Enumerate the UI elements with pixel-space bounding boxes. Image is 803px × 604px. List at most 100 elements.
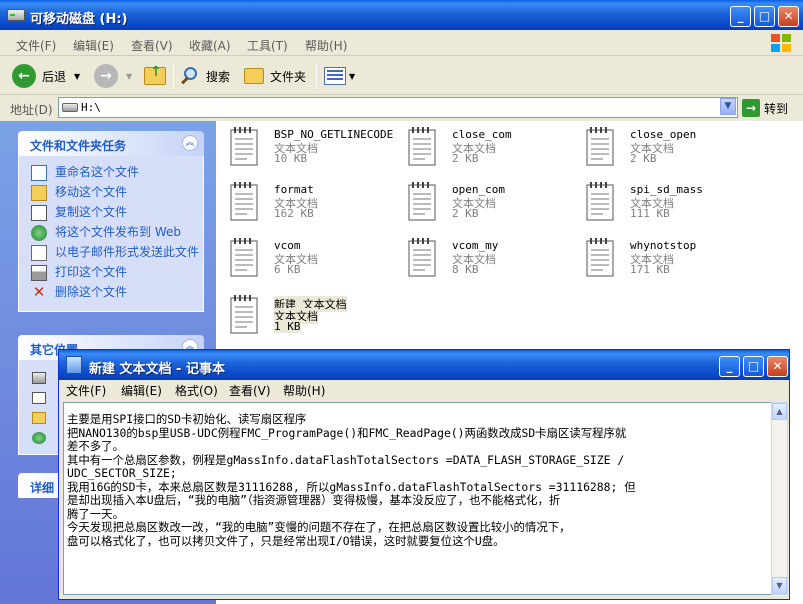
notepad-content: 主要是用SPI接口的SD卡初始化、读写扇区程序 把NANO130的bsp里USB… bbox=[67, 412, 636, 548]
file-size: 162 KB bbox=[274, 207, 314, 220]
notepad-menu-edit[interactable]: 编辑(E) bbox=[121, 382, 162, 399]
task-label: 删除这个文件 bbox=[55, 285, 128, 299]
folders-button[interactable]: 文件夹 bbox=[244, 63, 306, 89]
windows-logo-icon bbox=[771, 34, 793, 54]
back-dropdown-icon[interactable]: ▼ bbox=[74, 72, 80, 81]
search-icon bbox=[180, 66, 200, 86]
up-folder-button[interactable]: ↑ bbox=[144, 63, 166, 89]
notepad-window: 新建 文本文档 - 记事本 _ □ ✕ 文件(F) 编辑(E) 格式(O) 查看… bbox=[58, 349, 790, 600]
notepad-menu-help[interactable]: 帮助(H) bbox=[283, 382, 325, 399]
task-print[interactable]: 打印这个文件 bbox=[19, 265, 203, 281]
notepad-close-button[interactable]: ✕ bbox=[767, 356, 788, 377]
file-item[interactable]: format 文本文档 162 KB bbox=[216, 181, 386, 227]
notepad-text-area[interactable]: 主要是用SPI接口的SD卡初始化、读写扇区程序 把NANO130的bsp里USB… bbox=[63, 402, 771, 595]
search-label: 搜索 bbox=[206, 69, 231, 84]
task-email[interactable]: 以电子邮件形式发送此文件 bbox=[19, 245, 203, 261]
toolbar-separator bbox=[173, 63, 174, 89]
task-rename[interactable]: 重命名这个文件 bbox=[19, 165, 203, 181]
file-tasks-panel: 文件和文件夹任务 ︽ 重命名这个文件 移动这个文件 复制这个文件 将这个文件发布… bbox=[18, 131, 204, 312]
collapse-chevron-icon[interactable]: ︽ bbox=[182, 135, 198, 151]
forward-arrow-icon: → bbox=[94, 64, 118, 88]
address-bar: 地址(D) H:\ ▼ → 转到 bbox=[0, 96, 803, 120]
go-button[interactable]: → 转到 bbox=[742, 98, 788, 118]
file-size: 10 KB bbox=[274, 152, 308, 165]
address-input[interactable]: H:\ bbox=[58, 97, 738, 118]
computer-icon[interactable] bbox=[32, 372, 46, 384]
file-item[interactable]: spi_sd_mass 文本文档 111 KB bbox=[572, 181, 742, 227]
notepad-minimize-button[interactable]: _ bbox=[719, 356, 740, 377]
address-label: 地址(D) bbox=[10, 103, 53, 117]
menu-file[interactable]: 文件(F) bbox=[16, 37, 56, 54]
notepad-title: 新建 文本文档 - 记事本 bbox=[89, 362, 225, 377]
notepad-title-bar[interactable]: 新建 文本文档 - 记事本 _ □ ✕ bbox=[59, 350, 789, 380]
notepad-menu-file[interactable]: 文件(F) bbox=[66, 382, 106, 399]
shared-folder-icon[interactable] bbox=[32, 412, 46, 424]
scroll-up-icon[interactable]: ▲ bbox=[772, 403, 787, 420]
notepad-maximize-button[interactable]: □ bbox=[743, 356, 764, 377]
back-button[interactable]: ← 后退 ▼ bbox=[12, 63, 80, 89]
task-label: 打印这个文件 bbox=[55, 265, 128, 279]
toolbar-separator bbox=[316, 63, 317, 89]
up-folder-icon: ↑ bbox=[144, 64, 166, 85]
scroll-down-icon[interactable]: ▼ bbox=[772, 577, 787, 594]
back-label: 后退 bbox=[42, 69, 67, 84]
notepad-menu-format[interactable]: 格式(O) bbox=[175, 382, 218, 399]
rename-icon bbox=[31, 165, 47, 181]
task-move[interactable]: 移动这个文件 bbox=[19, 185, 203, 201]
close-button[interactable]: ✕ bbox=[778, 6, 799, 27]
task-label: 移动这个文件 bbox=[55, 185, 128, 199]
text-document-icon bbox=[586, 182, 614, 221]
menu-tools[interactable]: 工具(T) bbox=[247, 37, 288, 54]
file-size: 1 KB bbox=[274, 320, 301, 333]
text-document-icon bbox=[230, 238, 258, 277]
file-item[interactable]: 新建 文本文档 文本文档 1 KB bbox=[216, 294, 386, 340]
maximize-button[interactable]: □ bbox=[754, 6, 775, 27]
file-item[interactable]: close_open 文本文档 2 KB bbox=[572, 126, 742, 172]
menu-favorites[interactable]: 收藏(A) bbox=[189, 37, 231, 54]
views-button[interactable]: ▼ bbox=[324, 63, 355, 89]
minimize-button[interactable]: _ bbox=[730, 6, 751, 27]
task-copy[interactable]: 复制这个文件 bbox=[19, 205, 203, 221]
address-dropdown-icon[interactable]: ▼ bbox=[720, 98, 736, 115]
search-button[interactable]: 搜索 bbox=[180, 63, 230, 89]
file-item[interactable]: vcom_my 文本文档 8 KB bbox=[394, 237, 564, 283]
views-icon bbox=[324, 67, 346, 85]
file-item[interactable]: vcom 文本文档 6 KB bbox=[216, 237, 386, 283]
notepad-icon bbox=[66, 356, 82, 374]
file-size: 2 KB bbox=[630, 152, 657, 165]
menu-bar: 文件(F) 编辑(E) 查看(V) 收藏(A) 工具(T) 帮助(H) bbox=[0, 32, 803, 56]
file-tasks-header[interactable]: 文件和文件夹任务 ︽ bbox=[18, 131, 204, 156]
documents-icon[interactable] bbox=[32, 392, 46, 404]
file-item[interactable]: whynotstop 文本文档 171 KB bbox=[572, 237, 742, 283]
text-document-icon bbox=[408, 127, 436, 166]
views-dropdown-icon[interactable]: ▼ bbox=[349, 72, 355, 81]
task-publish-web[interactable]: 将这个文件发布到 Web bbox=[19, 225, 203, 241]
copy-icon bbox=[31, 205, 47, 221]
file-item[interactable]: BSP_NO_GETLINECODE 文本文档 10 KB bbox=[216, 126, 393, 172]
file-item[interactable]: close_com 文本文档 2 KB bbox=[394, 126, 564, 172]
menu-view[interactable]: 查看(V) bbox=[131, 37, 173, 54]
move-icon bbox=[31, 185, 47, 201]
forward-dropdown-icon[interactable]: ▼ bbox=[126, 72, 132, 81]
menu-help[interactable]: 帮助(H) bbox=[305, 37, 347, 54]
email-icon bbox=[31, 245, 47, 261]
notepad-menu-view[interactable]: 查看(V) bbox=[229, 382, 271, 399]
print-icon bbox=[31, 265, 47, 281]
file-item[interactable]: open_com 文本文档 2 KB bbox=[394, 181, 564, 227]
drive-icon bbox=[62, 103, 78, 112]
toolbar: ← 后退 ▼ → ▼ ↑ 搜索 文件夹 ▼ bbox=[0, 57, 803, 95]
task-delete[interactable]: ✕ 删除这个文件 bbox=[19, 285, 203, 300]
file-size: 171 KB bbox=[630, 263, 670, 276]
network-icon[interactable] bbox=[32, 432, 46, 444]
text-document-icon bbox=[230, 182, 258, 221]
explorer-title-bar[interactable]: 可移动磁盘 (H:) _ □ ✕ bbox=[0, 0, 803, 30]
text-document-icon bbox=[408, 182, 436, 221]
forward-button[interactable]: → ▼ bbox=[94, 63, 132, 89]
vertical-scrollbar[interactable]: ▲ ▼ bbox=[771, 402, 788, 595]
task-label: 重命名这个文件 bbox=[55, 165, 140, 179]
menu-edit[interactable]: 编辑(E) bbox=[73, 37, 114, 54]
go-arrow-icon: → bbox=[742, 99, 760, 117]
task-label: 以电子邮件形式发送此文件 bbox=[55, 245, 200, 259]
text-document-icon bbox=[586, 127, 614, 166]
details-title: 详细 bbox=[30, 481, 55, 495]
